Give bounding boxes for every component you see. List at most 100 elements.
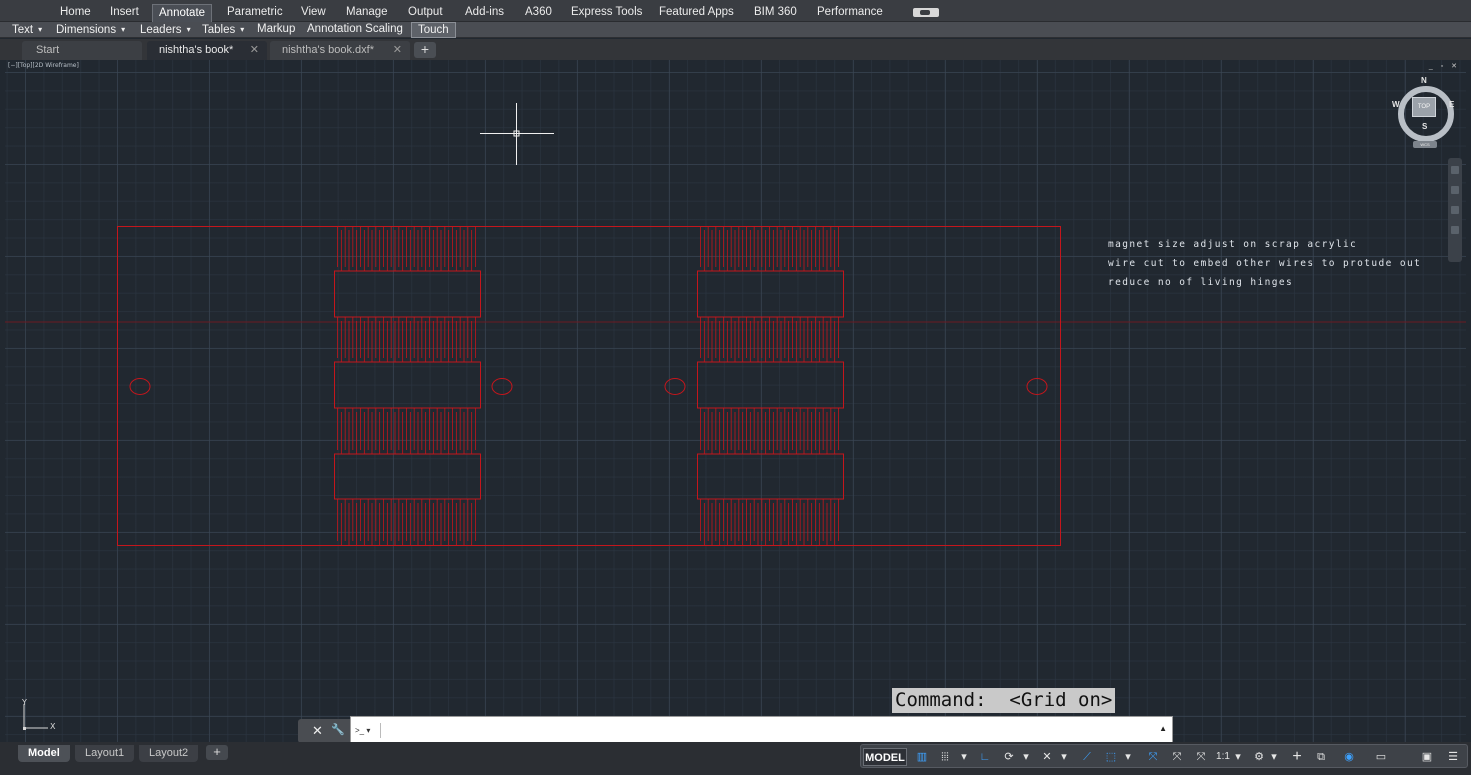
panel-label: Text bbox=[12, 24, 34, 36]
panel-tables[interactable]: Tables ▾ bbox=[196, 22, 250, 38]
panel-label: Markup bbox=[257, 23, 296, 35]
annotation-scale-value[interactable]: 1:1 bbox=[1213, 748, 1233, 766]
magnet-hole bbox=[491, 378, 513, 395]
isolate-objects-icon[interactable]: ◉ bbox=[1341, 748, 1357, 766]
orbit-icon[interactable] bbox=[1451, 226, 1459, 234]
compass-east[interactable]: E bbox=[1449, 100, 1454, 109]
tab-view[interactable]: View bbox=[295, 4, 332, 22]
units-icon[interactable]: ⧉ bbox=[1313, 748, 1329, 766]
bottom-bar: Model Layout1 Layout2 + MODEL ▥ ⦙⦙⦙ ▾ ∟ … bbox=[0, 742, 1471, 775]
tab-add-ins[interactable]: Add-ins bbox=[459, 4, 510, 22]
command-line-buttons: ✕ 🔧 bbox=[298, 719, 350, 743]
panel-label: Dimensions bbox=[56, 24, 117, 36]
chevron-down-icon[interactable]: ▾ bbox=[1269, 748, 1279, 766]
doc-tab-start[interactable]: Start bbox=[22, 41, 142, 60]
steering-wheel-icon[interactable] bbox=[1451, 166, 1459, 174]
command-input[interactable] bbox=[385, 720, 1155, 740]
tab-bim-360[interactable]: BIM 360 bbox=[748, 4, 803, 22]
magnet-hole bbox=[1026, 378, 1048, 395]
auto-scale-icon[interactable]: ⤧ bbox=[1169, 748, 1185, 766]
layout-tab-layout1[interactable]: Layout1 bbox=[75, 745, 135, 762]
compass-north[interactable]: N bbox=[1421, 76, 1427, 85]
object-snap-icon[interactable]: ✕ bbox=[1039, 748, 1055, 766]
add-layout-button[interactable]: + bbox=[206, 745, 228, 760]
chevron-down-icon[interactable]: ▾ bbox=[1059, 748, 1069, 766]
wcs-menu[interactable]: WCS bbox=[1413, 141, 1437, 148]
ribbon-minimize-toggle[interactable] bbox=[913, 8, 939, 17]
chevron-down-icon: ▾ bbox=[38, 25, 43, 34]
cad-drawing bbox=[5, 103, 1466, 546]
gear-icon[interactable]: ⚙ bbox=[1251, 748, 1267, 766]
living-hinge-right bbox=[697, 226, 844, 545]
chevron-down-icon[interactable]: ▾ bbox=[959, 748, 969, 766]
clean-screen-icon[interactable]: ▣ bbox=[1419, 748, 1435, 766]
new-tab-button[interactable]: + bbox=[414, 42, 436, 58]
selection-cycling-icon[interactable]: ⬚ bbox=[1103, 748, 1119, 766]
model-space-button[interactable]: MODEL bbox=[863, 748, 907, 766]
panel-dimensions[interactable]: Dimensions ▾ bbox=[50, 22, 131, 38]
plus-icon[interactable]: + bbox=[1289, 748, 1305, 766]
chevron-down-icon[interactable]: ▾ bbox=[1123, 748, 1133, 766]
living-hinge-left bbox=[334, 226, 481, 545]
annotation-note: reduce no of living hinges bbox=[1108, 277, 1294, 288]
magnet-hole bbox=[129, 378, 151, 395]
customization-menu-icon[interactable]: ☰ bbox=[1445, 748, 1461, 766]
close-icon[interactable]: ✕ bbox=[393, 41, 402, 60]
doc-tab-nishthas-book[interactable]: nishtha's book* ✕ bbox=[147, 41, 267, 60]
tab-annotate[interactable]: Annotate bbox=[152, 4, 213, 22]
command-prompt-icon[interactable]: >_ ▾ bbox=[355, 723, 381, 738]
ortho-icon[interactable]: ∟ bbox=[977, 748, 993, 766]
layout-tab-model[interactable]: Model bbox=[18, 745, 70, 762]
navigation-bar[interactable] bbox=[1448, 158, 1462, 262]
pan-icon[interactable] bbox=[1451, 186, 1459, 194]
panel-label: Touch bbox=[418, 24, 449, 36]
tab-manage[interactable]: Manage bbox=[340, 4, 394, 22]
wrench-icon[interactable]: 🔧 bbox=[331, 723, 345, 736]
layout-tab-layout2[interactable]: Layout2 bbox=[139, 745, 199, 762]
status-bar: MODEL ▥ ⦙⦙⦙ ▾ ∟ ⟳ ▾ ✕ ▾ ⟋ ⬚ ▾ ⤧ ⤧ ⤧ 1:1 … bbox=[860, 744, 1468, 768]
chevron-down-icon[interactable]: ▾ bbox=[1233, 748, 1243, 766]
doc-tab-nishthas-book-dxf[interactable]: nishtha's book.dxf* ✕ bbox=[270, 41, 410, 60]
tab-a360[interactable]: A360 bbox=[519, 4, 558, 22]
annotation-visibility-icon[interactable]: ⤧ bbox=[1145, 748, 1161, 766]
snap-icon[interactable]: ⦙⦙⦙ bbox=[935, 748, 955, 766]
hinge-panel-slot bbox=[334, 270, 481, 318]
command-tooltip: Command: <Grid on> bbox=[892, 688, 1116, 713]
view-cube[interactable]: TOP N S E W bbox=[1392, 76, 1458, 148]
tab-insert[interactable]: Insert bbox=[104, 4, 145, 22]
drawing-canvas[interactable]: [−][Top][2D Wireframe] _ ▫ ✕ bbox=[5, 60, 1466, 742]
close-icon[interactable]: ✕ bbox=[250, 41, 259, 60]
close-icon[interactable]: ✕ bbox=[312, 723, 323, 739]
panel-leaders[interactable]: Leaders ▾ bbox=[134, 22, 197, 38]
zoom-icon[interactable] bbox=[1451, 206, 1459, 214]
hardware-acceleration-icon[interactable]: ▭ bbox=[1373, 748, 1389, 766]
polar-tracking-icon[interactable]: ⟳ bbox=[1001, 748, 1017, 766]
panel-label: Annotation Scaling bbox=[307, 23, 403, 35]
command-history-arrow[interactable]: ▲ bbox=[1159, 724, 1167, 733]
grid-icon[interactable]: ▥ bbox=[913, 748, 931, 766]
command-line[interactable]: >_ ▾ ▲ bbox=[350, 716, 1173, 744]
panel-annotation-scaling[interactable]: Annotation Scaling bbox=[301, 22, 409, 38]
hinge-panel-slot bbox=[697, 361, 844, 409]
compass-south[interactable]: S bbox=[1422, 122, 1427, 131]
tab-express-tools[interactable]: Express Tools bbox=[565, 4, 648, 22]
tab-parametric[interactable]: Parametric bbox=[221, 4, 289, 22]
hinge-panel-slot bbox=[334, 453, 481, 500]
doc-tab-label: nishtha's book.dxf* bbox=[282, 44, 374, 56]
tab-performance[interactable]: Performance bbox=[811, 4, 889, 22]
annotation-scale-icon[interactable]: ⤧ bbox=[1193, 748, 1209, 766]
compass-west[interactable]: W bbox=[1392, 100, 1400, 109]
tab-home[interactable]: Home bbox=[54, 4, 97, 22]
panel-text[interactable]: Text ▾ bbox=[6, 22, 48, 38]
panel-markup[interactable]: Markup bbox=[251, 22, 301, 38]
tab-featured-apps[interactable]: Featured Apps bbox=[653, 4, 740, 22]
annotation-note: magnet size adjust on scrap acrylic bbox=[1108, 239, 1358, 250]
object-tracking-icon[interactable]: ⟋ bbox=[1079, 748, 1095, 766]
chevron-down-icon[interactable]: ▾ bbox=[1021, 748, 1031, 766]
document-tab-bar: Start nishtha's book* ✕ nishtha's book.d… bbox=[0, 39, 1471, 60]
view-cube-top-face[interactable]: TOP bbox=[1412, 97, 1436, 117]
crosshair-cursor bbox=[480, 103, 554, 165]
tab-output[interactable]: Output bbox=[402, 4, 449, 22]
chevron-down-icon: ▾ bbox=[121, 25, 126, 34]
panel-touch[interactable]: Touch bbox=[411, 22, 456, 38]
